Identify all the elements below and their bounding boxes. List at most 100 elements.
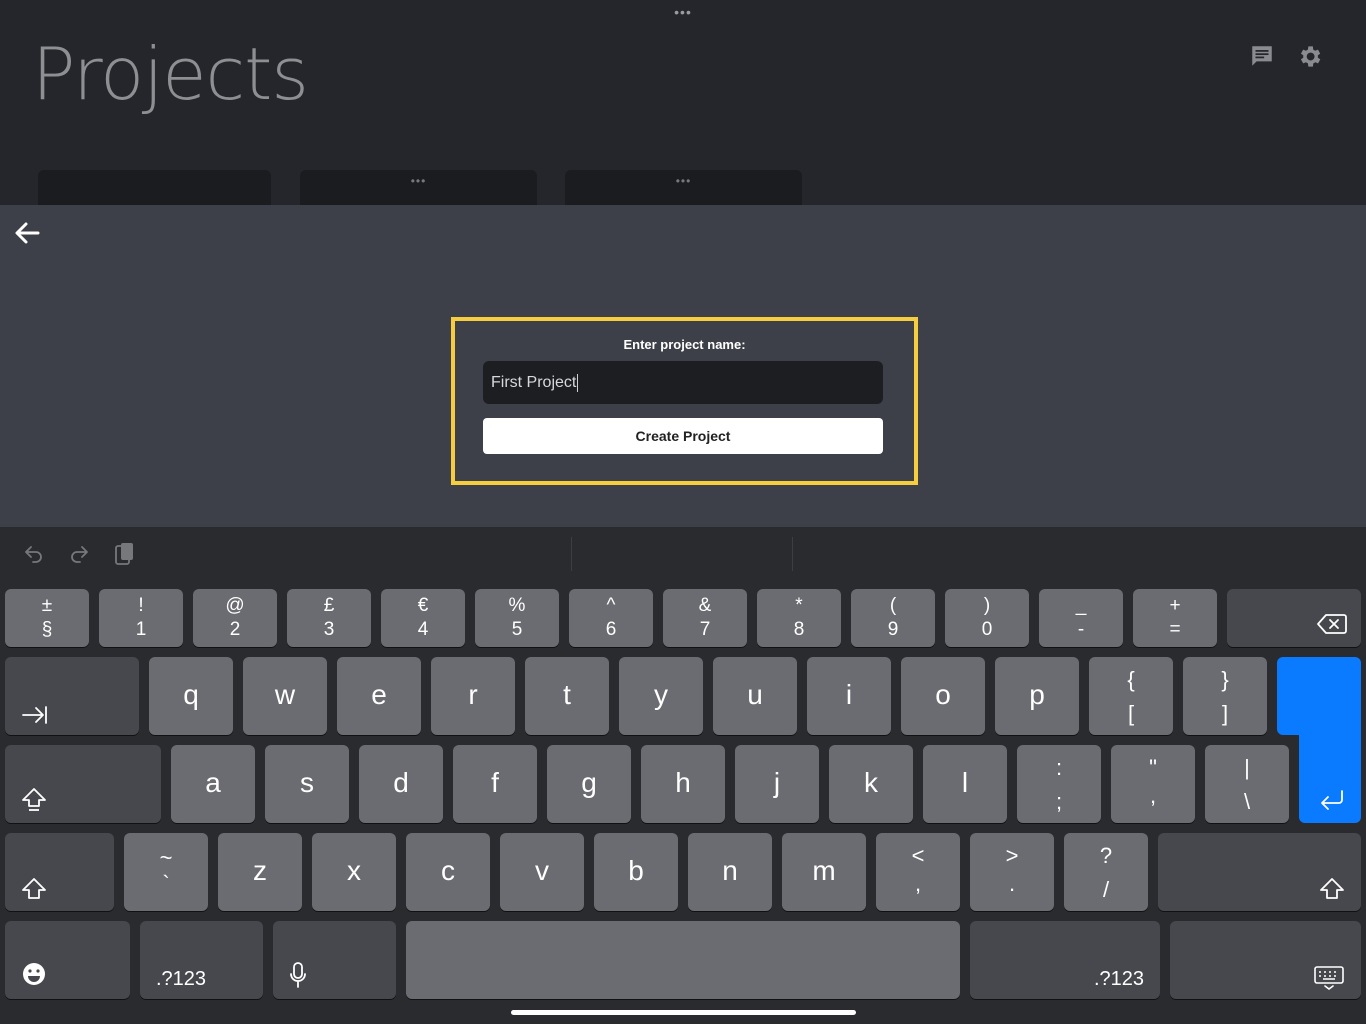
key-7[interactable]: & 7 [663, 589, 747, 647]
caps-lock-key[interactable] [5, 745, 161, 823]
key-label: q [183, 679, 199, 710]
home-indicator[interactable] [511, 1010, 856, 1015]
project-name-input[interactable]: First Project [483, 361, 883, 404]
key-label: y [654, 679, 668, 710]
more-icon[interactable]: ••• [565, 174, 802, 188]
shift-key-left[interactable] [5, 833, 114, 911]
key-bottom: ; [1055, 789, 1063, 814]
key-0[interactable]: ) 0 [945, 589, 1029, 647]
key-c[interactable]: c [406, 833, 490, 911]
numbers-key-left[interactable]: .?123 [140, 921, 263, 999]
key-label: x [347, 855, 361, 886]
undo-icon[interactable] [22, 541, 48, 567]
key-f[interactable]: f [453, 745, 537, 823]
key-5[interactable]: % 5 [475, 589, 559, 647]
key-w[interactable]: w [243, 657, 327, 735]
key-s[interactable]: s [265, 745, 349, 823]
key-9[interactable]: (9 [851, 589, 935, 647]
key-b[interactable]: b [594, 833, 678, 911]
key-p[interactable]: p [995, 657, 1079, 735]
space-key[interactable] [406, 921, 960, 999]
dictation-key[interactable] [273, 921, 396, 999]
key-bottom: = [1169, 619, 1181, 640]
key-open-bracket[interactable]: {[ [1089, 657, 1173, 735]
project-card[interactable]: ••• [300, 170, 537, 210]
emoji-key[interactable] [5, 921, 130, 999]
key-quote[interactable]: ", [1111, 745, 1195, 823]
key-g[interactable]: g [547, 745, 631, 823]
key-j[interactable]: j [735, 745, 819, 823]
key-a[interactable]: a [171, 745, 255, 823]
key-4[interactable]: €4 [381, 589, 465, 647]
key-k[interactable]: k [829, 745, 913, 823]
projects-screen: ••• Projects ••• ••• [0, 0, 1366, 210]
key-1[interactable]: ! 1 [99, 589, 183, 647]
key-top: " [1149, 755, 1157, 780]
project-card[interactable]: ••• [565, 170, 802, 210]
project-name-label: Enter project name: [623, 337, 746, 352]
key-8[interactable]: * 8 [757, 589, 841, 647]
key-t[interactable]: t [525, 657, 609, 735]
key-y[interactable]: y [619, 657, 703, 735]
key-bottom: / [1102, 877, 1110, 902]
return-key-upper[interactable] [1277, 657, 1361, 735]
key-label: o [935, 679, 951, 710]
key-o[interactable]: o [901, 657, 985, 735]
hide-keyboard-key[interactable] [1170, 921, 1361, 999]
key-q[interactable]: q [149, 657, 233, 735]
key-v[interactable]: v [500, 833, 584, 911]
multitasking-dots[interactable]: ••• [671, 5, 695, 19]
key-l[interactable]: l [923, 745, 1007, 823]
key-section[interactable]: ± § [5, 589, 89, 647]
key-top: } [1221, 667, 1229, 692]
tab-key[interactable] [5, 657, 139, 735]
key-bottom: § [41, 619, 53, 640]
project-card[interactable] [38, 170, 271, 210]
key-r[interactable]: r [431, 657, 515, 735]
key-top: € [417, 595, 429, 616]
return-key[interactable] [1299, 727, 1361, 823]
onscreen-keyboard: ± § ! 1 @2 £3 €4 % 5 ^ 6 & 7 * 8 (9 ) 0 _ - + = q… [0, 527, 1366, 1024]
key-3[interactable]: £3 [287, 589, 371, 647]
key-bottom: 0 [981, 619, 993, 640]
key-semicolon[interactable]: :; [1017, 745, 1101, 823]
key-h[interactable]: h [641, 745, 725, 823]
key-6[interactable]: ^ 6 [569, 589, 653, 647]
key-top: @ [225, 595, 245, 616]
key-x[interactable]: x [312, 833, 396, 911]
key-n[interactable]: n [688, 833, 772, 911]
key-backslash[interactable]: | \ [1205, 745, 1289, 823]
key-label: n [722, 855, 738, 886]
gear-icon[interactable] [1296, 43, 1322, 69]
key-close-bracket[interactable]: }] [1183, 657, 1267, 735]
create-project-button[interactable]: Create Project [483, 418, 883, 454]
redo-icon[interactable] [67, 541, 93, 567]
paste-icon[interactable] [113, 541, 139, 567]
key-m[interactable]: m [782, 833, 866, 911]
more-icon[interactable]: ••• [300, 174, 537, 188]
key-label: l [961, 767, 969, 798]
back-arrow-icon[interactable] [12, 219, 44, 247]
key-z[interactable]: z [218, 833, 302, 911]
key-slash[interactable]: ? / [1064, 833, 1148, 911]
key-tilde[interactable]: ~ ` [124, 833, 208, 911]
key-top: & [698, 595, 712, 616]
key-u[interactable]: u [713, 657, 797, 735]
key-i[interactable]: i [807, 657, 891, 735]
key-bottom: 6 [605, 619, 617, 640]
key-bottom: ] [1221, 701, 1229, 726]
key-bottom: , [1149, 783, 1157, 808]
key-label: k [864, 767, 878, 798]
message-icon[interactable] [1249, 43, 1275, 69]
backspace-key[interactable] [1227, 589, 1361, 647]
key-e[interactable]: e [337, 657, 421, 735]
key-equals[interactable]: + = [1133, 589, 1217, 647]
shift-key-right[interactable] [1158, 833, 1361, 911]
key-top: ~ [159, 845, 173, 870]
key-period[interactable]: >. [970, 833, 1054, 911]
key-comma[interactable]: <, [876, 833, 960, 911]
key-minus[interactable]: _ - [1039, 589, 1123, 647]
key-d[interactable]: d [359, 745, 443, 823]
key-2[interactable]: @2 [193, 589, 277, 647]
numbers-key-right[interactable]: .?123 [970, 921, 1160, 999]
